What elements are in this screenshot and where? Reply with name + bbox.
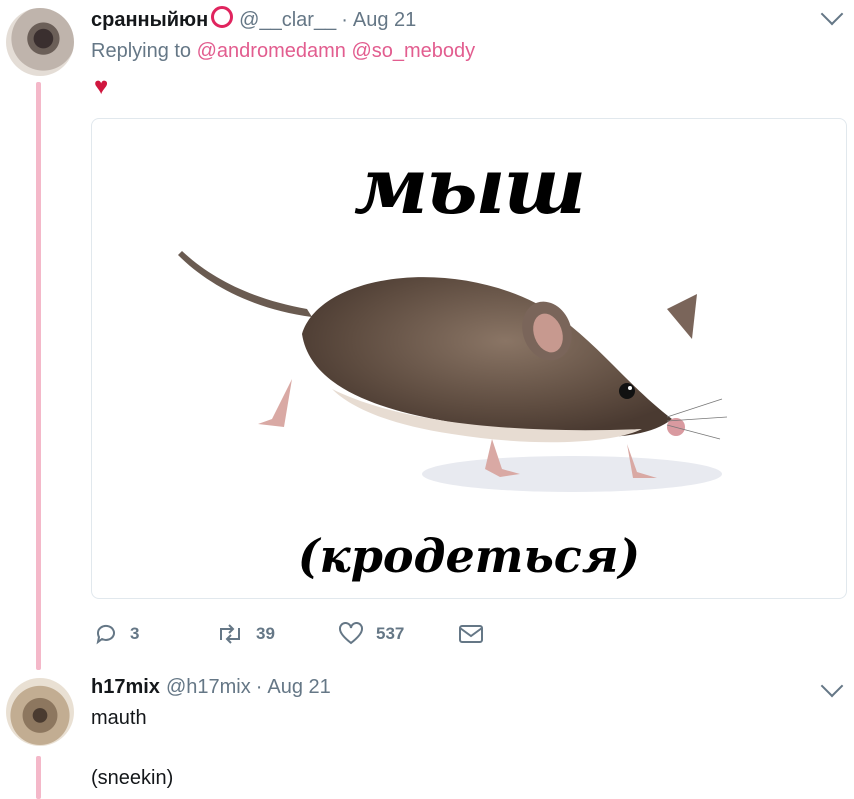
tweet-text-line: (sneekin) bbox=[91, 767, 174, 789]
user-handle[interactable]: @__clar__ bbox=[239, 9, 336, 32]
envelope-icon bbox=[459, 625, 483, 643]
avatar[interactable] bbox=[6, 8, 74, 76]
like-button[interactable]: 537 bbox=[338, 622, 458, 646]
meme-caption: (кродеться) bbox=[297, 529, 641, 583]
ring-emoji-icon bbox=[211, 6, 234, 28]
chevron-down-icon[interactable] bbox=[820, 674, 844, 698]
separator: · bbox=[255, 676, 263, 698]
tweet-header: сранныйюн @__clar__ · Aug 21 bbox=[91, 4, 416, 32]
replying-to: Replying to @andromedamn @so_mebody bbox=[91, 40, 475, 63]
retweet-button[interactable]: 39 bbox=[216, 622, 338, 646]
reply-count: 3 bbox=[130, 624, 140, 643]
avatar[interactable] bbox=[6, 678, 74, 746]
reply-button[interactable]: 3 bbox=[94, 622, 216, 646]
user-handle[interactable]: @h17mix bbox=[166, 676, 251, 699]
display-name[interactable]: h17mix bbox=[91, 676, 160, 699]
tweet-date[interactable]: Aug 21 bbox=[267, 676, 330, 699]
like-count: 537 bbox=[376, 624, 405, 643]
thread-line bbox=[36, 756, 41, 799]
tweet-image[interactable]: мыш (кродеться) bbox=[91, 118, 847, 599]
meme-title: мыш bbox=[353, 141, 586, 232]
mention-link[interactable]: @andromedamn bbox=[197, 40, 346, 62]
reply-icon bbox=[96, 624, 115, 645]
mouse-illustration bbox=[178, 251, 728, 492]
separator: · bbox=[341, 9, 348, 31]
tweet-actions: 3 39 537 bbox=[94, 620, 484, 648]
heart-icon bbox=[339, 622, 363, 645]
tweet-date[interactable]: Aug 21 bbox=[353, 9, 416, 32]
display-name[interactable]: сранныйюн bbox=[91, 9, 208, 32]
mention-link[interactable]: @so_mebody bbox=[351, 40, 475, 62]
direct-message-button[interactable] bbox=[458, 623, 484, 645]
tweet-header: h17mix @h17mix · Aug 21 bbox=[91, 676, 331, 702]
chevron-down-icon[interactable] bbox=[820, 2, 844, 26]
retweet-count: 39 bbox=[256, 624, 275, 643]
thread-line bbox=[36, 82, 41, 670]
retweet-icon bbox=[220, 624, 240, 644]
tweet-text-line: mauth bbox=[91, 707, 147, 729]
heart-emoji: ♥ bbox=[94, 73, 109, 100]
replying-prefix: Replying to bbox=[91, 40, 192, 62]
